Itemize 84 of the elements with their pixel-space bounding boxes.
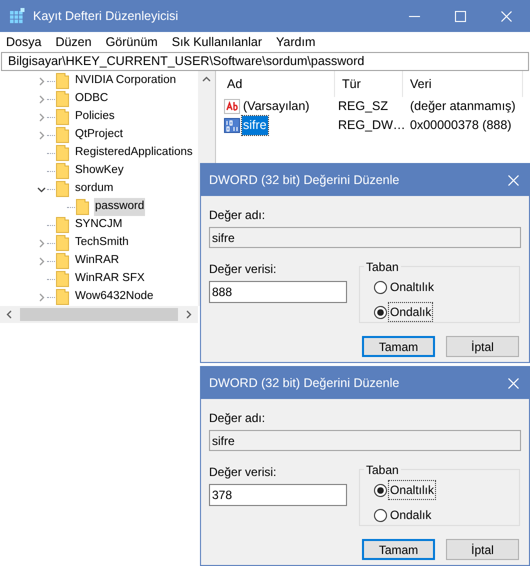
scroll-right-icon[interactable]	[186, 310, 192, 319]
tree-item[interactable]: NVIDIA Corporation	[74, 72, 177, 90]
folder-icon	[76, 199, 89, 215]
tree-item[interactable]: QtProject	[74, 126, 124, 144]
radio-label[interactable]: Onaltılık	[389, 481, 436, 499]
field-label: Değer verisi:	[209, 261, 278, 278]
dialog-button[interactable]: İptal	[446, 539, 519, 560]
column-header[interactable]: Tür	[335, 71, 403, 97]
close-icon[interactable]	[508, 378, 519, 388]
folder-icon	[56, 253, 69, 269]
tree-item[interactable]: RegisteredApplications	[74, 144, 194, 162]
binary-value-icon	[224, 118, 240, 133]
value-name[interactable]: (Varsayılan)	[242, 97, 310, 116]
menu-item[interactable]: Düzen	[55, 32, 92, 52]
window-title: Kayıt Defteri Düzenleyicisi	[33, 8, 180, 25]
tree-item[interactable]: TechSmith	[74, 234, 130, 252]
tree-item[interactable]: WinRAR SFX	[74, 270, 146, 288]
menu-item[interactable]: Dosya	[6, 32, 42, 52]
chevron-right-icon[interactable]	[36, 292, 46, 302]
field-label: Değer adı:	[209, 410, 266, 427]
tree-item[interactable]: sordum	[74, 180, 114, 198]
folder-icon	[56, 91, 69, 107]
address-bar[interactable]: Bilgisayar\HKEY_CURRENT_USER\Software\sordum\password	[1, 52, 529, 71]
chevron-right-icon[interactable]	[36, 238, 46, 248]
radio-label[interactable]: Onaltılık	[389, 278, 436, 296]
string-value-icon	[224, 99, 240, 114]
value-data-field[interactable]: 378	[209, 484, 347, 506]
folder-icon	[56, 181, 69, 197]
chevron-right-icon[interactable]	[36, 76, 46, 86]
value-data-field[interactable]: 888	[209, 281, 347, 303]
field-label: Değer verisi:	[209, 464, 278, 481]
tree-item[interactable]: Wow6432Node	[74, 288, 154, 306]
radio-button[interactable]	[374, 508, 387, 522]
menu-item[interactable]: Görünüm	[106, 32, 158, 52]
menu-item[interactable]: Sık Kullanılanlar	[172, 32, 262, 52]
tree-item[interactable]: Policies	[74, 108, 116, 126]
value-data: (değer atanmamış)	[409, 98, 516, 116]
chevron-down-icon[interactable]	[36, 184, 46, 194]
tree-item[interactable]: WinRAR	[74, 252, 120, 270]
folder-icon	[56, 163, 69, 179]
field-label: Değer adı:	[209, 207, 266, 224]
value-name-field: sifre	[209, 227, 521, 248]
registry-app-icon	[9, 8, 25, 24]
tree-item[interactable]: ShowKey	[74, 162, 125, 180]
close-icon[interactable]	[508, 174, 519, 186]
horizontal-scrollbar[interactable]	[0, 306, 198, 323]
chevron-right-icon[interactable]	[36, 112, 46, 122]
folder-icon	[56, 271, 69, 287]
folder-icon	[56, 109, 69, 125]
dialog-title: DWORD (32 bit) Değerini Düzenle	[209, 172, 400, 189]
value-type: REG_DW…	[337, 117, 403, 134]
value-name[interactable]: sifre	[242, 116, 268, 135]
dialog-button[interactable]: Tamam	[362, 539, 435, 560]
chevron-right-icon[interactable]	[36, 94, 46, 104]
chevron-right-icon[interactable]	[36, 130, 46, 140]
folder-icon	[56, 145, 69, 161]
value-data: 0x00000378 (888)	[409, 117, 512, 134]
dialog-title: DWORD (32 bit) Değerini Düzenle	[209, 374, 400, 392]
folder-icon	[56, 217, 69, 233]
dialog-button[interactable]: Tamam	[362, 336, 435, 357]
scroll-up-icon[interactable]	[202, 76, 211, 82]
radio-button[interactable]	[374, 280, 387, 294]
close-icon[interactable]	[501, 10, 512, 22]
value-type: REG_SZ	[337, 98, 390, 116]
folder-icon	[56, 73, 69, 89]
value-name-field: sifre	[209, 430, 521, 451]
menu-item[interactable]: Yardım	[276, 32, 316, 52]
tree-item[interactable]: password	[94, 198, 146, 216]
column-header[interactable]: Ad	[220, 71, 335, 97]
dialog-button[interactable]: İptal	[446, 336, 519, 357]
radio-label[interactable]: Ondalık	[389, 303, 432, 321]
column-header[interactable]: Veri	[403, 71, 523, 97]
tree-item[interactable]: SYNCJM	[74, 216, 124, 234]
radio-label[interactable]: Ondalık	[389, 506, 432, 524]
radio-button[interactable]	[374, 484, 387, 496]
tree-item[interactable]: ODBC	[74, 90, 110, 108]
folder-icon	[56, 289, 69, 305]
folder-icon	[56, 235, 69, 251]
maximize-icon[interactable]	[455, 10, 466, 22]
radio-button[interactable]	[374, 306, 387, 318]
chevron-right-icon[interactable]	[36, 256, 46, 266]
scrollbar-thumb[interactable]	[20, 308, 178, 321]
scroll-left-icon[interactable]	[6, 310, 12, 319]
folder-icon	[56, 127, 69, 143]
